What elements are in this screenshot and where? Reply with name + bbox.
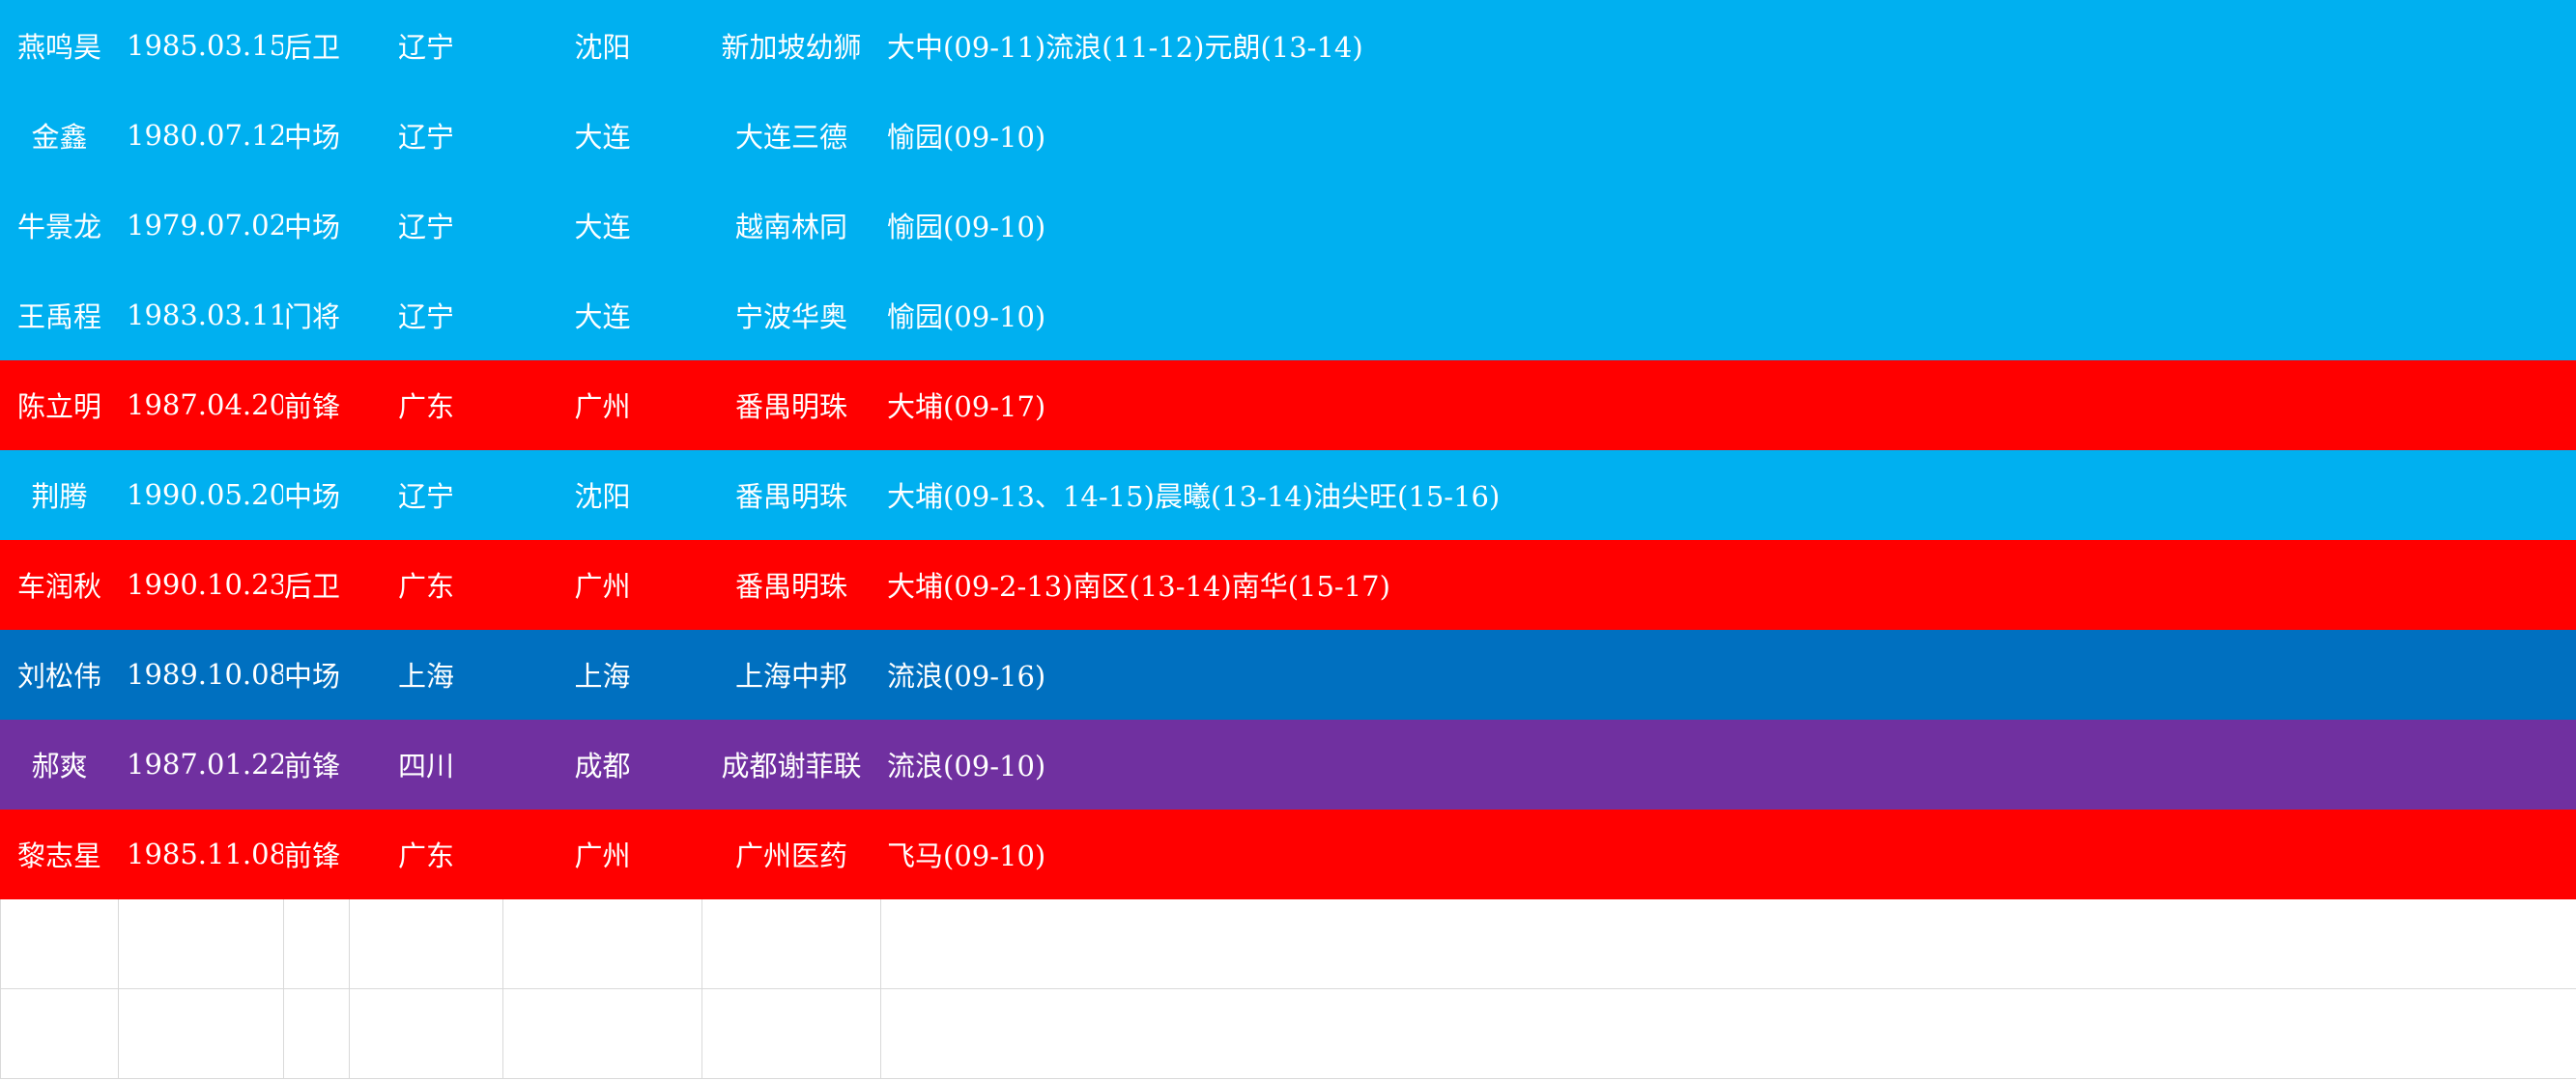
history-cell[interactable]: 愉园(09-10) xyxy=(880,90,2576,181)
table-row: 车润秋 1990.10.23 后卫 广东 广州 番禺明珠 大埔(09-2-13)… xyxy=(0,539,2576,630)
history-cell[interactable]: 流浪(09-10) xyxy=(880,719,2576,810)
player-name-cell[interactable]: 牛景龙 xyxy=(0,180,119,270)
history-cell[interactable]: 大埔(09-2-13)南区(13-14)南华(15-17) xyxy=(880,539,2576,630)
position-cell[interactable]: 后卫 xyxy=(283,0,350,91)
position-cell[interactable]: 门将 xyxy=(283,270,350,360)
province-cell[interactable]: 四川 xyxy=(349,719,503,810)
birth-date-cell[interactable]: 1987.01.22 xyxy=(118,719,284,810)
history-cell[interactable]: 流浪(09-16) xyxy=(880,629,2576,720)
history-cell[interactable]: 飞马(09-10) xyxy=(880,809,2576,899)
birth-date-cell[interactable]: 1990.10.23 xyxy=(118,539,284,630)
city-cell[interactable]: 上海 xyxy=(502,629,702,720)
history-cell[interactable]: 大埔(09-17) xyxy=(880,359,2576,450)
club-cell[interactable]: 大连三德 xyxy=(701,90,881,181)
province-cell[interactable]: 辽宁 xyxy=(349,449,503,540)
empty-cell[interactable] xyxy=(0,988,119,1079)
club-cell[interactable]: 番禺明珠 xyxy=(701,449,881,540)
table-row: 燕鸣昊 1985.03.15 后卫 辽宁 沈阳 新加坡幼狮 大中(09-11)流… xyxy=(0,0,2576,91)
club-cell[interactable]: 新加坡幼狮 xyxy=(701,0,881,91)
table-row: 郝爽 1987.01.22 前锋 四川 成都 成都谢菲联 流浪(09-10) xyxy=(0,719,2576,810)
province-cell[interactable]: 辽宁 xyxy=(349,90,503,181)
city-cell[interactable]: 大连 xyxy=(502,270,702,360)
empty-cell[interactable] xyxy=(283,898,350,989)
table-row: 黎志星 1985.11.08 前锋 广东 广州 广州医药 飞马(09-10) xyxy=(0,809,2576,899)
empty-cell[interactable] xyxy=(502,988,702,1079)
empty-cell[interactable] xyxy=(349,988,503,1079)
history-cell[interactable]: 愉园(09-10) xyxy=(880,270,2576,360)
player-name-cell[interactable]: 陈立明 xyxy=(0,359,119,450)
player-name-cell[interactable]: 郝爽 xyxy=(0,719,119,810)
empty-cell[interactable] xyxy=(701,988,881,1079)
club-cell[interactable]: 上海中邦 xyxy=(701,629,881,720)
empty-cell[interactable] xyxy=(349,898,503,989)
empty-row xyxy=(0,988,2576,1079)
history-cell[interactable]: 大埔(09-13、14-15)晨曦(13-14)油尖旺(15-16) xyxy=(880,449,2576,540)
player-name-cell[interactable]: 金鑫 xyxy=(0,90,119,181)
position-cell[interactable]: 前锋 xyxy=(283,809,350,899)
birth-date-cell[interactable]: 1979.07.02 xyxy=(118,180,284,270)
position-cell[interactable]: 中场 xyxy=(283,449,350,540)
province-cell[interactable]: 广东 xyxy=(349,539,503,630)
table-row: 王禹程 1983.03.11 门将 辽宁 大连 宁波华奥 愉园(09-10) xyxy=(0,270,2576,360)
club-cell[interactable]: 宁波华奥 xyxy=(701,270,881,360)
player-name-cell[interactable]: 刘松伟 xyxy=(0,629,119,720)
birth-date-cell[interactable]: 1989.10.08 xyxy=(118,629,284,720)
history-cell[interactable]: 愉园(09-10) xyxy=(880,180,2576,270)
city-cell[interactable]: 沈阳 xyxy=(502,0,702,91)
empty-row xyxy=(0,898,2576,989)
birth-date-cell[interactable]: 1980.07.12 xyxy=(118,90,284,181)
position-cell[interactable]: 后卫 xyxy=(283,539,350,630)
province-cell[interactable]: 辽宁 xyxy=(349,270,503,360)
player-name-cell[interactable]: 车润秋 xyxy=(0,539,119,630)
empty-cell[interactable] xyxy=(701,898,881,989)
player-name-cell[interactable]: 王禹程 xyxy=(0,270,119,360)
empty-cell[interactable] xyxy=(0,898,119,989)
city-cell[interactable]: 广州 xyxy=(502,359,702,450)
province-cell[interactable]: 广东 xyxy=(349,359,503,450)
table-row: 刘松伟 1989.10.08 中场 上海 上海 上海中邦 流浪(09-16) xyxy=(0,629,2576,720)
club-cell[interactable]: 广州医药 xyxy=(701,809,881,899)
empty-cell[interactable] xyxy=(283,988,350,1079)
birth-date-cell[interactable]: 1983.03.11 xyxy=(118,270,284,360)
birth-date-cell[interactable]: 1985.03.15 xyxy=(118,0,284,91)
city-cell[interactable]: 广州 xyxy=(502,539,702,630)
table-row: 陈立明 1987.04.20 前锋 广东 广州 番禺明珠 大埔(09-17) xyxy=(0,359,2576,450)
club-cell[interactable]: 成都谢菲联 xyxy=(701,719,881,810)
empty-cell[interactable] xyxy=(118,988,284,1079)
empty-cell[interactable] xyxy=(880,898,2576,989)
birth-date-cell[interactable]: 1985.11.08 xyxy=(118,809,284,899)
province-cell[interactable]: 广东 xyxy=(349,809,503,899)
city-cell[interactable]: 广州 xyxy=(502,809,702,899)
spreadsheet-grid: 燕鸣昊 1985.03.15 后卫 辽宁 沈阳 新加坡幼狮 大中(09-11)流… xyxy=(0,0,2576,1079)
empty-cell[interactable] xyxy=(880,988,2576,1079)
player-name-cell[interactable]: 荆腾 xyxy=(0,449,119,540)
position-cell[interactable]: 中场 xyxy=(283,629,350,720)
birth-date-cell[interactable]: 1990.05.20 xyxy=(118,449,284,540)
club-cell[interactable]: 越南林同 xyxy=(701,180,881,270)
history-cell[interactable]: 大中(09-11)流浪(11-12)元朗(13-14) xyxy=(880,0,2576,91)
empty-cell[interactable] xyxy=(118,898,284,989)
player-name-cell[interactable]: 燕鸣昊 xyxy=(0,0,119,91)
province-cell[interactable]: 辽宁 xyxy=(349,0,503,91)
city-cell[interactable]: 大连 xyxy=(502,90,702,181)
club-cell[interactable]: 番禺明珠 xyxy=(701,539,881,630)
empty-cell[interactable] xyxy=(502,898,702,989)
club-cell[interactable]: 番禺明珠 xyxy=(701,359,881,450)
city-cell[interactable]: 成都 xyxy=(502,719,702,810)
birth-date-cell[interactable]: 1987.04.20 xyxy=(118,359,284,450)
player-name-cell[interactable]: 黎志星 xyxy=(0,809,119,899)
position-cell[interactable]: 前锋 xyxy=(283,719,350,810)
province-cell[interactable]: 辽宁 xyxy=(349,180,503,270)
table-row: 荆腾 1990.05.20 中场 辽宁 沈阳 番禺明珠 大埔(09-13、14-… xyxy=(0,449,2576,540)
position-cell[interactable]: 中场 xyxy=(283,180,350,270)
province-cell[interactable]: 上海 xyxy=(349,629,503,720)
position-cell[interactable]: 前锋 xyxy=(283,359,350,450)
table-row: 牛景龙 1979.07.02 中场 辽宁 大连 越南林同 愉园(09-10) xyxy=(0,180,2576,270)
city-cell[interactable]: 沈阳 xyxy=(502,449,702,540)
table-row: 金鑫 1980.07.12 中场 辽宁 大连 大连三德 愉园(09-10) xyxy=(0,90,2576,181)
position-cell[interactable]: 中场 xyxy=(283,90,350,181)
city-cell[interactable]: 大连 xyxy=(502,180,702,270)
